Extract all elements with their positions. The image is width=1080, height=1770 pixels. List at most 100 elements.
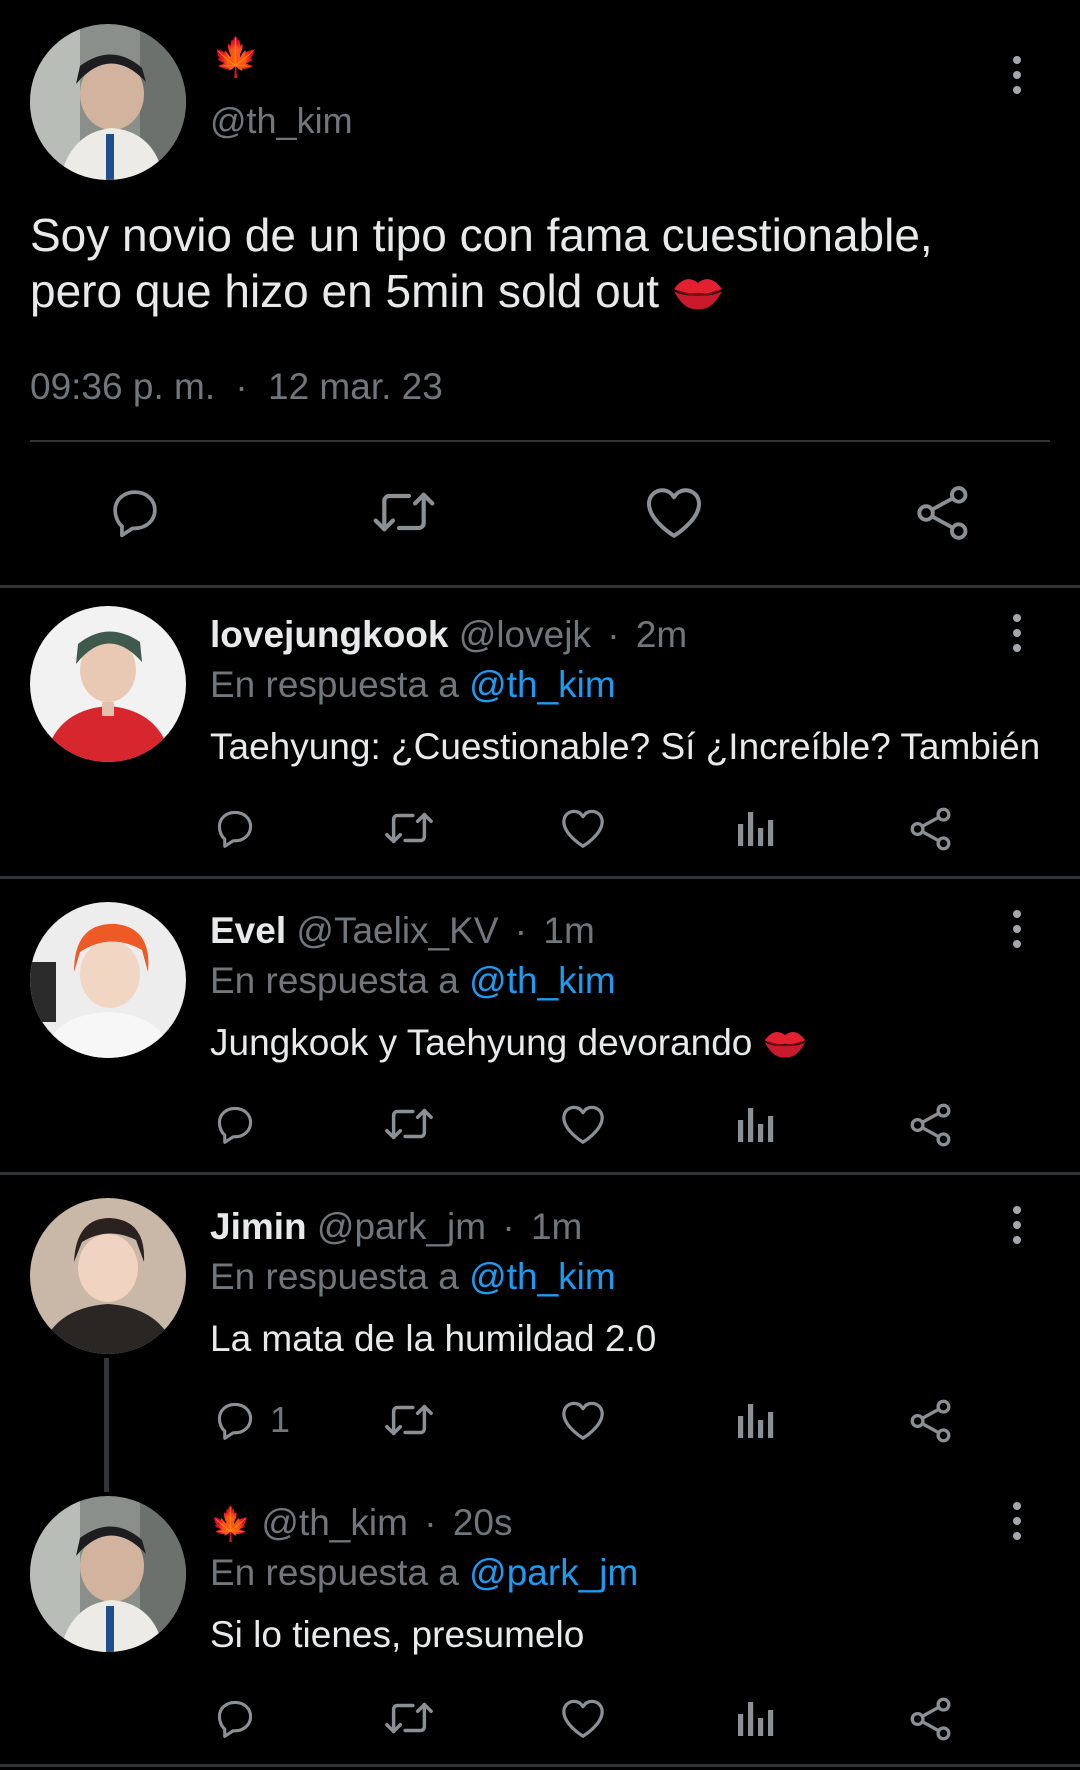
retweet-icon	[385, 1108, 433, 1140]
maple-leaf-icon: 🍁	[212, 37, 260, 79]
author-handle[interactable]: @lovejk	[459, 614, 591, 655]
reply-text: La mata de la humildad 2.0	[210, 1318, 657, 1359]
reply-to-link[interactable]: @th_kim	[469, 1256, 616, 1297]
reply-time: 1m	[543, 910, 595, 951]
like-button[interactable]	[560, 1102, 606, 1146]
author-handle[interactable]: @th_kim	[261, 1502, 408, 1543]
share-button[interactable]	[908, 1398, 954, 1444]
reply-button[interactable]	[106, 484, 164, 540]
share-icon	[910, 1399, 951, 1443]
more-icon[interactable]	[1002, 904, 1032, 954]
reply-to-link[interactable]: @th_kim	[469, 960, 616, 1001]
reply-context: En respuesta a @park_jm	[210, 1552, 638, 1594]
retweet-button[interactable]	[384, 1102, 434, 1146]
tweet-text-line2: pero que hizo en 5min sold out	[30, 265, 660, 317]
tweet-text-line2-row: pero que hizo en 5min sold out	[30, 264, 724, 324]
views-button[interactable]	[736, 1400, 776, 1440]
kiss-icon	[672, 269, 724, 324]
retweet-icon	[385, 812, 433, 844]
like-button[interactable]	[560, 1398, 606, 1442]
views-icon	[738, 812, 774, 846]
like-icon	[562, 1699, 604, 1738]
reply-button[interactable]	[212, 806, 270, 850]
reply-icon	[113, 490, 157, 538]
separator: ·	[502, 1206, 515, 1247]
reply-time: 20s	[452, 1502, 513, 1543]
reply-header: Jimin @park_jm · 1m	[210, 1206, 582, 1248]
views-button[interactable]	[736, 1104, 776, 1144]
like-button[interactable]	[560, 1696, 606, 1740]
divider	[30, 440, 1050, 442]
author-name[interactable]: lovejungkook	[210, 614, 448, 655]
reply-header: 🍁 @th_kim · 20s	[210, 1502, 512, 1544]
more-icon[interactable]	[1002, 1496, 1032, 1546]
kiss-icon	[763, 1023, 807, 1070]
like-icon	[562, 809, 604, 848]
reply-button[interactable]	[212, 1696, 270, 1740]
reply-prefix: En respuesta a	[210, 1552, 459, 1593]
tweet-time: 09:36 p. m.	[30, 366, 216, 407]
share-button[interactable]	[908, 1102, 954, 1148]
separator: ·	[424, 1502, 437, 1543]
reply-context: En respuesta a @th_kim	[210, 1256, 616, 1298]
share-button[interactable]	[908, 806, 954, 852]
reply-prefix: En respuesta a	[210, 960, 459, 1001]
reply-text: Taehyung: ¿Cuestionable? Sí ¿Increíble? …	[210, 726, 1041, 767]
reply-button[interactable]	[212, 1102, 270, 1146]
avatar[interactable]	[30, 1496, 186, 1652]
retweet-icon	[373, 492, 435, 532]
separator: ·	[607, 614, 620, 655]
views-icon	[738, 1404, 774, 1438]
retweet-icon	[385, 1702, 433, 1734]
share-button[interactable]	[914, 484, 972, 542]
reply-icon	[217, 1402, 253, 1440]
like-button[interactable]	[644, 484, 704, 540]
share-icon	[917, 486, 968, 540]
tweet-text-line1: Soy novio de un tipo con fama cuestionab…	[30, 209, 933, 261]
author-handle[interactable]: @Taelix_KV	[296, 910, 498, 951]
share-icon	[910, 1103, 951, 1147]
reply-text-row: Jungkook y Taehyung devorando	[210, 1022, 807, 1070]
like-button[interactable]	[560, 806, 606, 850]
avatar[interactable]	[30, 902, 186, 1058]
avatar[interactable]	[30, 1198, 186, 1354]
more-icon[interactable]	[1002, 50, 1032, 100]
avatar[interactable]	[30, 24, 186, 180]
share-icon	[910, 807, 951, 851]
views-icon	[738, 1702, 774, 1736]
author-handle[interactable]: @park_jm	[317, 1206, 486, 1247]
more-icon[interactable]	[1002, 608, 1032, 658]
tweet-timestamp: 09:36 p. m. · 12 mar. 23	[30, 366, 443, 408]
reply-to-link[interactable]: @th_kim	[469, 664, 616, 705]
retweet-button[interactable]	[384, 1696, 434, 1740]
author-name[interactable]: Evel	[210, 910, 286, 951]
views-button[interactable]	[736, 1698, 776, 1738]
thread-line	[104, 1358, 109, 1492]
more-icon[interactable]	[1002, 1200, 1032, 1250]
separator: ·	[514, 910, 528, 951]
reply-to-link[interactable]: @park_jm	[469, 1552, 638, 1593]
reply-icon	[217, 1700, 253, 1738]
reply-header: Evel @Taelix_KV · 1m	[210, 910, 595, 952]
like-icon	[562, 1105, 604, 1144]
reply-time: 2m	[635, 614, 688, 655]
reply-text: Jungkook y Taehyung devorando	[210, 1022, 753, 1063]
views-button[interactable]	[736, 808, 776, 848]
divider	[0, 585, 1080, 588]
retweet-button[interactable]	[384, 806, 434, 850]
reply-button[interactable]: 1	[212, 1398, 290, 1442]
reply-context: En respuesta a @th_kim	[210, 664, 616, 706]
reply-time: 1m	[530, 1206, 583, 1247]
reply-icon	[217, 1106, 253, 1144]
author-handle[interactable]: @th_kim	[210, 100, 353, 142]
maple-leaf-icon: 🍁	[210, 1505, 252, 1542]
reply-prefix: En respuesta a	[210, 1256, 459, 1297]
separator: ·	[235, 366, 248, 407]
divider	[0, 1764, 1080, 1767]
share-button[interactable]	[908, 1696, 954, 1742]
like-icon	[562, 1401, 604, 1440]
author-name[interactable]: Jimin	[210, 1206, 307, 1247]
retweet-button[interactable]	[384, 1398, 434, 1442]
retweet-button[interactable]	[372, 484, 436, 540]
avatar[interactable]	[30, 606, 186, 762]
